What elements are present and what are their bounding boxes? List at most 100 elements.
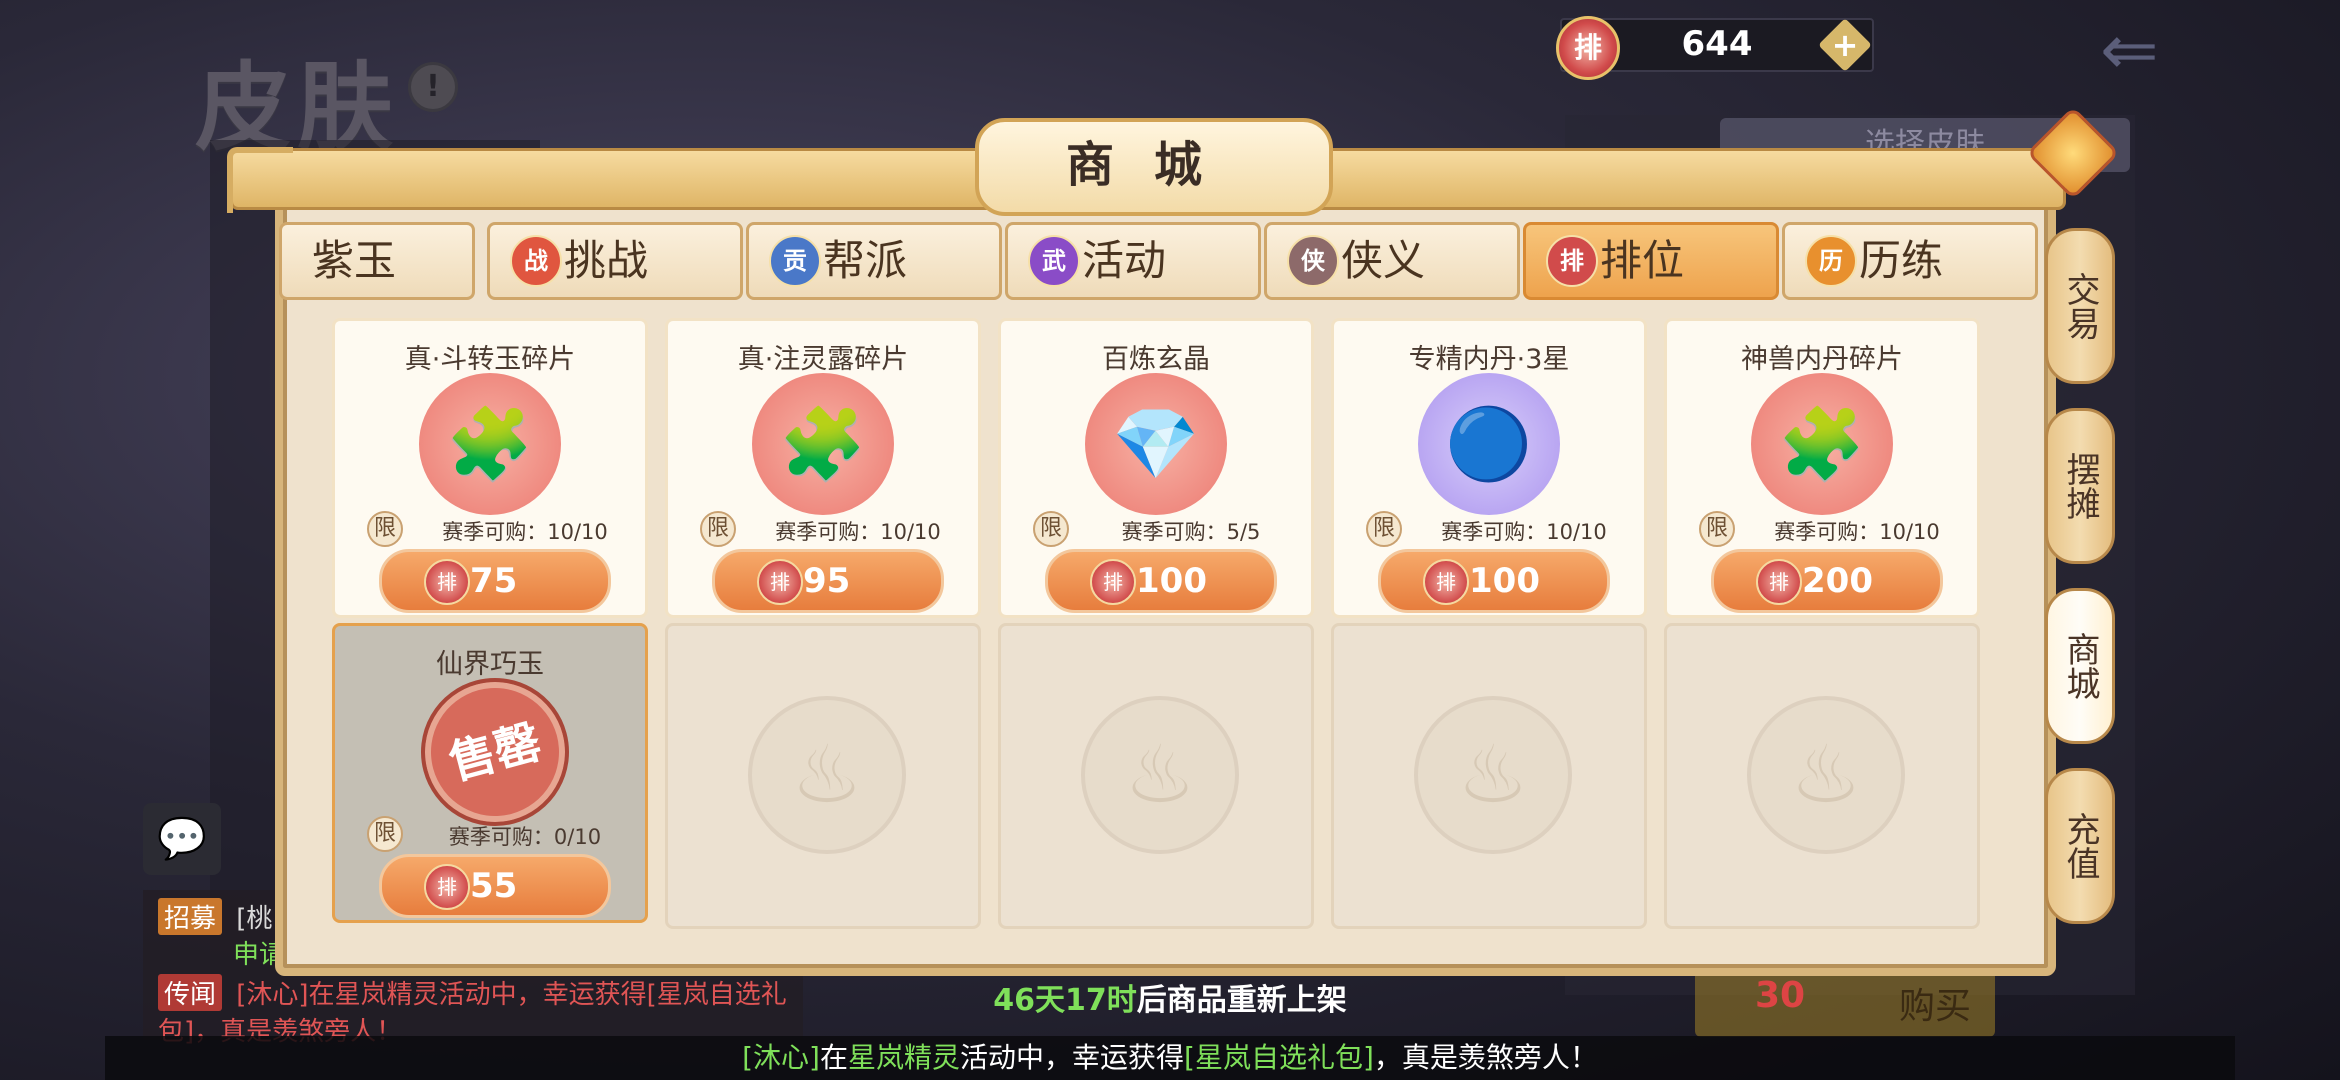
price-value: 95 xyxy=(803,561,851,601)
rank-coin-icon: 排 xyxy=(1090,559,1136,605)
previous-row-edge xyxy=(332,308,1992,318)
price-value: 75 xyxy=(470,561,518,601)
ticker-text: 活动中，幸运获得 xyxy=(960,1041,1185,1074)
season-quota: 赛季可购：10/10 xyxy=(1441,520,1607,544)
flame-emblem-icon: ♨ xyxy=(1414,696,1572,854)
restock-text: 后商品重新上架 xyxy=(1136,983,1347,1018)
item-icon: 💎 xyxy=(1085,373,1227,515)
side-tab-recharge[interactable]: 充值 xyxy=(2045,768,2115,924)
flame-emblem-icon: ♨ xyxy=(748,696,906,854)
limit-badge: 限 xyxy=(1033,511,1069,547)
currency-amount: 644 xyxy=(1681,24,1753,64)
item-name: 专精内丹·3星 xyxy=(1408,344,1570,375)
plus-icon: + xyxy=(1831,26,1859,64)
tab-chivalry[interactable]: 侠 侠义 xyxy=(1264,222,1520,300)
shop-item-card[interactable]: 专精内丹·3星 🔵 限 赛季可购：10/10 排 100 xyxy=(1331,318,1647,618)
tab-label: 侠义 xyxy=(1341,236,1426,285)
item-name: 真·斗转玉碎片 xyxy=(404,344,576,375)
season-quota: 赛季可购：0/10 xyxy=(448,825,602,849)
shop-item-card-sold-out[interactable]: 仙界巧玉 售罄 限 赛季可购：0/10 排 55 xyxy=(332,623,648,923)
item-name: 百炼玄晶 xyxy=(1102,344,1210,375)
chat-tag: 招募 xyxy=(158,898,223,935)
price-value: 100 xyxy=(1136,561,1207,601)
ticker-text: 在 xyxy=(819,1041,848,1074)
side-tab-label: 商城 xyxy=(2060,632,2100,700)
tab-activity[interactable]: 武 活动 xyxy=(1005,222,1261,300)
tab-label: 挑战 xyxy=(564,236,649,285)
rank-icon: 排 xyxy=(1546,235,1598,287)
shop-item-card[interactable]: 真·注灵露碎片 🧩 限 赛季可购：10/10 排 95 xyxy=(665,318,981,618)
martial-icon: 武 xyxy=(1028,235,1080,287)
side-tab-label: 充值 xyxy=(2060,812,2100,880)
ticker-reward: [星岚自选礼包] xyxy=(1184,1041,1374,1074)
back-arrow-icon[interactable]: ⇐ xyxy=(2100,15,2180,85)
side-tab-trade[interactable]: 交易 xyxy=(2045,228,2115,384)
shop-item-card[interactable]: 神兽内丹碎片 🧩 限 赛季可购：10/10 排 200 xyxy=(1664,318,1980,618)
chat-icon[interactable]: 💬 xyxy=(143,803,221,875)
info-icon[interactable]: ! xyxy=(408,62,458,112)
chivalry-icon: 侠 xyxy=(1287,235,1339,287)
item-icon: 🧩 xyxy=(1751,373,1893,515)
limit-badge: 限 xyxy=(700,511,736,547)
rank-coin-icon: 排 xyxy=(757,559,803,605)
price-value: 200 xyxy=(1802,561,1873,601)
season-quota: 赛季可购：10/10 xyxy=(442,520,608,544)
sold-out-stamp: 售罄 xyxy=(404,661,586,843)
price-button[interactable]: 排 200 xyxy=(1711,549,1943,613)
ticker-event: 星岚精灵 xyxy=(847,1041,960,1074)
side-tab-stall[interactable]: 摆摊 xyxy=(2045,408,2115,564)
price-button[interactable]: 排 100 xyxy=(1378,549,1610,613)
rank-coin-icon: 排 xyxy=(1556,16,1620,80)
side-tab-label: 交易 xyxy=(2060,272,2100,340)
corner-ornament xyxy=(227,147,293,213)
empty-slot: ♨ xyxy=(1331,623,1647,929)
flame-emblem-icon: ♨ xyxy=(1081,696,1239,854)
shop-item-card[interactable]: 真·斗转玉碎片 🧩 限 赛季可购：10/10 排 75 xyxy=(332,318,648,618)
price-button[interactable]: 排 55 xyxy=(379,854,611,918)
dew-fragment-icon: 🧩 xyxy=(779,403,867,485)
ticker-player: [沐心] xyxy=(742,1041,820,1074)
rank-coin-icon: 排 xyxy=(1756,559,1802,605)
price-button[interactable]: 排 100 xyxy=(1045,549,1277,613)
training-icon: 历 xyxy=(1805,235,1857,287)
side-tab-label: 摆摊 xyxy=(2060,452,2100,520)
broadcast-ticker: [沐心]在星岚精灵活动中，幸运获得[星岚自选礼包]，真是羡煞旁人！ xyxy=(105,1036,2235,1080)
restock-timer: 46天17时后商品重新上架 xyxy=(0,975,2340,1019)
tab-training[interactable]: 历 历练 xyxy=(1782,222,2038,300)
empty-slot: ♨ xyxy=(998,623,1314,929)
tab-label: 历练 xyxy=(1859,236,1944,285)
item-icon: 🔵 xyxy=(1418,373,1560,515)
tab-label: 活动 xyxy=(1082,236,1167,285)
tab-label: 帮派 xyxy=(823,236,908,285)
restock-time: 46天17时 xyxy=(993,983,1137,1018)
tab-ziyu[interactable]: 紫玉 xyxy=(279,222,475,300)
orb-icon: 🔵 xyxy=(1445,403,1533,485)
jade-fragment-icon: 🧩 xyxy=(446,403,534,485)
shop-modal: 商城 紫玉 战 挑战 贡 帮派 武 活动 侠 侠义 排 排位 历 历练 真·斗转… xyxy=(227,118,2115,976)
empty-slot: ♨ xyxy=(665,623,981,929)
rank-coin-icon: 排 xyxy=(424,864,470,910)
crystal-icon: 💎 xyxy=(1112,403,1200,485)
season-quota: 赛季可购：10/10 xyxy=(1774,520,1940,544)
item-name: 神兽内丹碎片 xyxy=(1741,344,1903,375)
item-name: 真·注灵露碎片 xyxy=(737,344,909,375)
tab-label: 紫玉 xyxy=(312,236,397,285)
price-button[interactable]: 排 95 xyxy=(712,549,944,613)
tab-label: 排位 xyxy=(1600,236,1685,285)
shop-tabs: 紫玉 战 挑战 贡 帮派 武 活动 侠 侠义 排 排位 历 历练 xyxy=(279,222,2038,300)
rank-coin-icon: 排 xyxy=(1423,559,1469,605)
shop-item-card[interactable]: 百炼玄晶 💎 限 赛季可购：5/5 排 100 xyxy=(998,318,1314,618)
price-value: 100 xyxy=(1469,561,1540,601)
limit-badge: 限 xyxy=(1699,511,1735,547)
price-button[interactable]: 排 75 xyxy=(379,549,611,613)
ticker-text: ，真是羡煞旁人！ xyxy=(1373,1041,1598,1074)
item-icon: 🧩 xyxy=(419,373,561,515)
tab-challenge[interactable]: 战 挑战 xyxy=(487,222,743,300)
season-quota: 赛季可购：10/10 xyxy=(775,520,941,544)
add-currency-button[interactable]: + xyxy=(1818,18,1872,72)
side-tab-shop[interactable]: 商城 xyxy=(2045,588,2115,744)
tab-ranked[interactable]: 排 排位 xyxy=(1523,222,1779,300)
contribution-icon: 贡 xyxy=(769,235,821,287)
tab-guild[interactable]: 贡 帮派 xyxy=(746,222,1002,300)
price-value: 55 xyxy=(470,866,518,906)
